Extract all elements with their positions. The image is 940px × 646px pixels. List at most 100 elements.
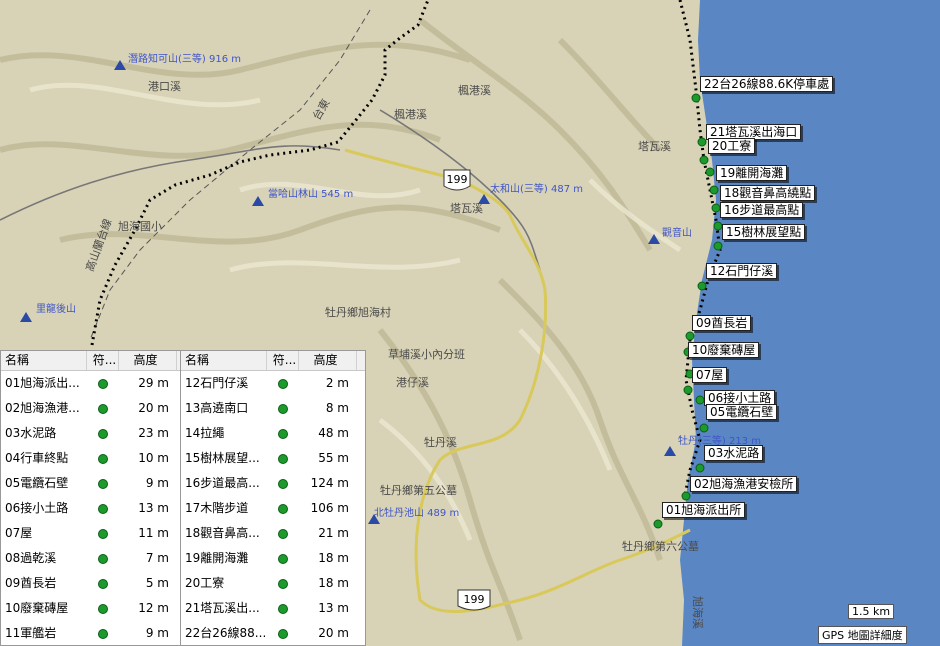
table-row[interactable]: 17木階步道 106 m: [181, 496, 365, 521]
waypoint-name: 11軍艦岩: [5, 626, 57, 640]
waypoint-name: 22台26線88...: [185, 626, 267, 640]
peak-7-label: 北牡丹池山 489 m: [374, 506, 459, 519]
green-dot-icon: [278, 453, 288, 464]
label-area-3: 牡丹鄉第五公墓: [380, 483, 457, 497]
route-shield-199-south-text: 199: [464, 593, 485, 606]
waypoint-label-07[interactable]: 07屋: [692, 367, 728, 383]
green-dot-icon: [278, 478, 288, 489]
waypoint-symbol: [87, 578, 119, 589]
waypoint-name: 02旭海漁港...: [5, 401, 80, 415]
waypoint-label-20[interactable]: 20工寮: [708, 138, 756, 154]
table-right-header: 名稱 符... 高度: [181, 351, 365, 371]
waypoint-name: 01旭海派出...: [5, 376, 80, 390]
peak-4-label: 里龍後山: [36, 302, 76, 315]
green-dot-icon: [98, 603, 108, 614]
route-shield-199: 199: [443, 169, 471, 191]
table-row[interactable]: 02旭海漁港... 20 m: [1, 396, 185, 421]
waypoint-label-22[interactable]: 22台26線88.6K停車處: [700, 76, 834, 92]
green-dot-icon: [278, 553, 288, 564]
waypoint-label-15[interactable]: 15樹林展望點: [722, 224, 806, 240]
waypoint-name: 04行車終點: [5, 451, 69, 465]
waypoint-label-05[interactable]: 05電纜石壁: [706, 404, 778, 420]
waypoint-symbol: [87, 428, 119, 439]
table-row[interactable]: 10廢棄磚屋 12 m: [1, 596, 185, 621]
peak-1-label: 潛路知可山(三等) 916 m: [128, 52, 241, 65]
map-detail-label: GPS 地圖詳細度: [818, 626, 907, 644]
waypoint-altitude: 20 m: [318, 626, 349, 640]
col-symbol-header[interactable]: 符...: [267, 351, 299, 370]
table-row[interactable]: 20工寮 18 m: [181, 571, 365, 596]
waypoint-label-10[interactable]: 10廢棄磚屋: [688, 342, 760, 358]
col-name-header[interactable]: 名稱: [181, 351, 267, 370]
table-left-header: 名稱 符... 高度: [1, 351, 185, 371]
table-row[interactable]: 14拉繩 48 m: [181, 421, 365, 446]
waypoint-altitude: 11 m: [138, 526, 169, 540]
waypoint-label-01[interactable]: 01旭海派出所: [662, 502, 746, 518]
waypoint-label-03[interactable]: 03水泥路: [704, 445, 764, 461]
waypoint-altitude: 48 m: [318, 426, 349, 440]
col-symbol-header[interactable]: 符...: [87, 351, 119, 370]
waypoint-label-02[interactable]: 02旭海漁港安檢所: [690, 476, 798, 492]
waypoint-altitude: 12 m: [138, 601, 169, 615]
waypoint-label-16[interactable]: 16步道最高點: [720, 202, 804, 218]
table-row[interactable]: 22台26線88... 20 m: [181, 621, 365, 645]
green-dot-icon: [278, 403, 288, 414]
table-row[interactable]: 15樹林展望... 55 m: [181, 446, 365, 471]
table-row[interactable]: 16步道最高... 124 m: [181, 471, 365, 496]
waypoint-table-left: 名稱 符... 高度 01旭海派出... 29 m 02旭海漁港... 20 m 03水…: [0, 350, 186, 646]
table-row[interactable]: 05電纜石壁 9 m: [1, 471, 185, 496]
green-dot-icon: [98, 403, 108, 414]
waypoint-symbol: [87, 603, 119, 614]
table-row[interactable]: 11軍艦岩 9 m: [1, 621, 185, 645]
waypoint-symbol: [267, 403, 299, 414]
waypoint-symbol: [87, 478, 119, 489]
green-dot-icon: [278, 528, 288, 539]
table-row[interactable]: 09酋長岩 5 m: [1, 571, 185, 596]
table-row[interactable]: 08過乾溪 7 m: [1, 546, 185, 571]
table-row[interactable]: 06接小土路 13 m: [1, 496, 185, 521]
table-row[interactable]: 13高遶南口 8 m: [181, 396, 365, 421]
green-dot-icon: [98, 578, 108, 589]
waypoint-altitude: 29 m: [138, 376, 169, 390]
waypoint-label-12[interactable]: 12石門仔溪: [706, 263, 778, 279]
table-row[interactable]: 12石門仔溪 2 m: [181, 371, 365, 396]
waypoint-altitude: 9 m: [145, 626, 169, 640]
waypoint-symbol: [87, 553, 119, 564]
waypoint-symbol: [87, 453, 119, 464]
table-row[interactable]: 07屋 11 m: [1, 521, 185, 546]
waypoint-label-19[interactable]: 19離開海灘: [716, 165, 788, 181]
green-dot-icon: [278, 603, 288, 614]
waypoint-symbol: [87, 503, 119, 514]
waypoint-altitude: 23 m: [138, 426, 169, 440]
col-altitude-header[interactable]: 高度: [119, 351, 177, 370]
waypoint-symbol: [267, 478, 299, 489]
green-dot-icon: [98, 553, 108, 564]
label-river-3: 楓港溪: [394, 107, 427, 121]
waypoint-name: 05電纜石壁: [5, 476, 69, 490]
label-river-2: 楓港溪: [458, 83, 491, 97]
col-name-header[interactable]: 名稱: [1, 351, 87, 370]
waypoint-symbol: [87, 378, 119, 389]
waypoint-altitude: 13 m: [318, 601, 349, 615]
table-row[interactable]: 03水泥路 23 m: [1, 421, 185, 446]
waypoint-label-09[interactable]: 09酋長岩: [692, 315, 752, 331]
col-altitude-header[interactable]: 高度: [299, 351, 357, 370]
green-dot-icon: [278, 428, 288, 439]
label-school: 旭海國小: [118, 219, 162, 233]
green-dot-icon: [278, 503, 288, 514]
table-row[interactable]: 18觀音鼻高... 21 m: [181, 521, 365, 546]
table-row[interactable]: 19離開海灘 18 m: [181, 546, 365, 571]
label-coast: 旭海溪: [691, 596, 705, 629]
table-row[interactable]: 01旭海派出... 29 m: [1, 371, 185, 396]
waypoint-altitude: 18 m: [318, 576, 349, 590]
green-dot-icon: [98, 478, 108, 489]
waypoint-altitude: 20 m: [138, 401, 169, 415]
waypoint-label-18[interactable]: 18觀音鼻高繞點: [720, 185, 816, 201]
label-area-1: 牡丹鄉旭海村: [325, 305, 391, 319]
peak-5-label: 觀音山: [662, 226, 692, 239]
waypoint-symbol: [267, 428, 299, 439]
waypoint-name: 18觀音鼻高...: [185, 526, 260, 540]
table-row[interactable]: 21塔瓦溪出... 13 m: [181, 596, 365, 621]
waypoint-altitude: 106 m: [310, 501, 349, 515]
table-row[interactable]: 04行車終點 10 m: [1, 446, 185, 471]
